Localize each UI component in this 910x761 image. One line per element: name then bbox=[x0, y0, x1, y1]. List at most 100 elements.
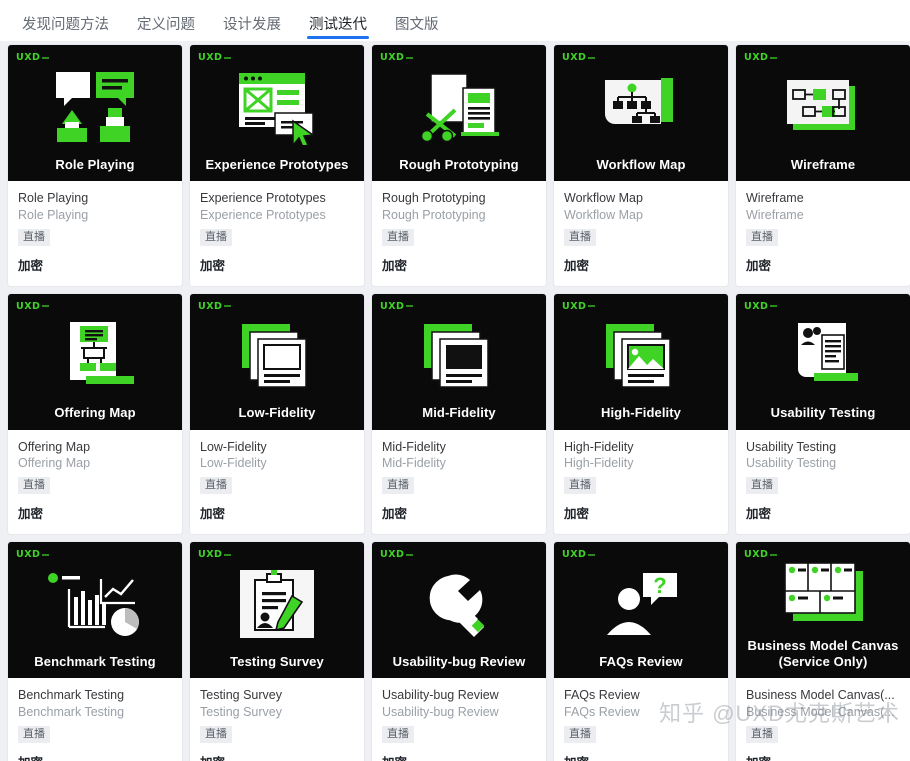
card-cover: UXD Benchmark Testing bbox=[8, 542, 182, 679]
live-badge: 直播 bbox=[18, 725, 50, 743]
card-cover: UXD Mid-Fidelity bbox=[372, 293, 546, 430]
course-card[interactable]: UXD High-Fidelity High-Fidelity High-Fidel… bbox=[554, 293, 728, 535]
logo-dash-icon bbox=[406, 56, 414, 59]
cover-title: Mid-Fidelity bbox=[422, 405, 496, 421]
uxd-logo-text: UXD bbox=[380, 52, 405, 63]
encrypted-label: 加密 bbox=[746, 752, 900, 761]
cover-title: Testing Survey bbox=[230, 653, 324, 669]
uxd-logo: UXD bbox=[380, 300, 414, 312]
card-title: FAQs Review bbox=[564, 688, 640, 703]
card-subtitle: Offering Map bbox=[18, 456, 91, 471]
tab-0[interactable]: 发现问题方法 bbox=[8, 17, 123, 42]
card-cover: UXD Role Playing bbox=[8, 45, 182, 181]
uxd-logo-text: UXD bbox=[380, 549, 405, 561]
card-cover: UXD Business Model Canvas (Service Only) bbox=[736, 542, 910, 679]
card-subtitle: Benchmark Testing bbox=[18, 705, 125, 720]
cover-title: Usability Testing bbox=[770, 405, 876, 421]
card-cover: UXD Experience Prototypes bbox=[190, 45, 364, 181]
card-cover: UXD Low-Fidelity bbox=[190, 293, 364, 430]
card-body: Wireframe Wireframe 直播 加密 bbox=[736, 181, 910, 286]
card-title: Experience Prototypes bbox=[200, 191, 326, 205]
uxd-logo-text: UXD bbox=[744, 52, 769, 63]
course-card[interactable]: UXD Testing Survey Testing Survey Testing … bbox=[190, 542, 364, 761]
uxd-logo: UXD bbox=[198, 549, 232, 560]
card-cover: UXD Rough Prototyping bbox=[372, 45, 546, 181]
cover-title: Benchmark Testing bbox=[34, 653, 156, 669]
card-subtitle: Low-Fidelity bbox=[200, 456, 267, 471]
encrypted-label: 加密 bbox=[18, 507, 44, 522]
logo-dash-icon bbox=[42, 553, 50, 556]
logo-dash-icon bbox=[406, 305, 414, 308]
card-cover: UXD High-Fidelity bbox=[554, 293, 728, 430]
course-card[interactable]: UXD Offering Map Offering Map Offering Map… bbox=[8, 293, 182, 535]
cover-title: Rough Prototyping bbox=[399, 156, 519, 172]
card-cover: UXD Workflow Map bbox=[554, 45, 728, 181]
uxd-logo-text: UXD bbox=[16, 549, 41, 561]
cover-title: High-Fidelity bbox=[600, 405, 682, 421]
course-card[interactable]: UXD Rough Prototyping Rough Prototyping Ro… bbox=[372, 45, 546, 286]
live-badge: 直播 bbox=[746, 228, 778, 246]
card-subtitle: Usability Testing bbox=[746, 456, 837, 471]
course-card[interactable]: UXD Role Playing Role Playing Role Playing… bbox=[8, 45, 182, 286]
uxd-logo-text: UXD bbox=[562, 300, 587, 312]
course-card[interactable]: UXD Benchmark Testing Benchmark Testing Be… bbox=[8, 542, 182, 761]
course-card[interactable]: UXD ? FAQs Review FAQs Review FAQs Review 直… bbox=[554, 542, 728, 761]
card-body: FAQs Review FAQs Review 直播加密 bbox=[554, 678, 728, 761]
card-subtitle: Wireframe bbox=[746, 207, 804, 222]
logo-dash-icon bbox=[770, 56, 778, 59]
card-title: Wireframe bbox=[746, 191, 804, 205]
uxd-logo: UXD bbox=[562, 300, 596, 312]
course-card[interactable]: UXD Business Model Canvas (Service Only)… bbox=[736, 542, 910, 761]
live-badge: 直播 bbox=[382, 477, 414, 495]
card-subtitle: FAQs Review bbox=[564, 705, 640, 720]
course-card[interactable]: UXD Wireframe Wireframe Wireframe 直播 加密 bbox=[736, 45, 910, 286]
card-title: Role Playing bbox=[18, 191, 89, 205]
encrypted-label: 加密 bbox=[564, 752, 718, 761]
uxd-logo-text: UXD bbox=[744, 549, 769, 561]
uxd-logo-text: UXD bbox=[562, 549, 587, 561]
card-body: Usability Testing Usability Testing 直播 加密 bbox=[736, 430, 910, 535]
live-badge: 直播 bbox=[382, 725, 414, 743]
tab-3[interactable]: 测试迭代 bbox=[295, 17, 381, 42]
course-card[interactable]: UXD Experience Prototypes Experience Prot… bbox=[190, 45, 364, 286]
course-card[interactable]: UXD Usability Testing Usability Testing Us… bbox=[736, 293, 910, 535]
logo-dash-icon bbox=[770, 553, 778, 556]
course-card[interactable]: UXD Usability-bug Review Usability-bug Re… bbox=[372, 542, 546, 761]
encrypted-label: 加密 bbox=[200, 258, 226, 273]
live-badge: 直播 bbox=[200, 228, 232, 246]
cover-title: Usability-bug Review bbox=[392, 653, 526, 669]
uxd-logo-text: UXD bbox=[16, 300, 41, 312]
card-title: Workflow Map bbox=[564, 191, 643, 205]
card-grid: UXD Role Playing Role Playing Role Playing… bbox=[0, 41, 910, 761]
course-card[interactable]: UXD Mid-Fidelity Mid-Fidelity Mid-Fidelity… bbox=[372, 293, 546, 535]
card-title: High-Fidelity bbox=[564, 439, 634, 454]
encrypted-label: 加密 bbox=[18, 752, 172, 761]
course-card[interactable]: UXD Workflow Map Workflow Map Workflow Map… bbox=[554, 45, 728, 286]
uxd-logo-text: UXD bbox=[744, 300, 769, 312]
course-card[interactable]: UXD Low-Fidelity Low-Fidelity Low-Fidelity… bbox=[190, 293, 364, 535]
card-subtitle: Usability-bug Review bbox=[382, 705, 499, 720]
encrypted-label: 加密 bbox=[200, 507, 226, 522]
uxd-logo-text: UXD bbox=[380, 300, 405, 312]
cover-title: Business Model Canvas (Service Only) bbox=[747, 637, 899, 669]
live-badge: 直播 bbox=[564, 477, 596, 495]
card-body: Benchmark Testing Benchmark Testing 直播加密 bbox=[8, 678, 182, 761]
logo-dash-icon bbox=[588, 305, 596, 308]
uxd-logo: UXD bbox=[16, 52, 50, 63]
live-badge: 直播 bbox=[382, 228, 414, 246]
live-badge: 直播 bbox=[200, 477, 232, 495]
encrypted-label: 加密 bbox=[564, 258, 590, 273]
logo-dash-icon bbox=[588, 553, 596, 556]
encrypted-label: 加密 bbox=[746, 507, 772, 522]
tab-4[interactable]: 图文版 bbox=[381, 17, 453, 42]
logo-dash-icon bbox=[42, 305, 50, 308]
card-body: Usability-bug Review Usability-bug Review… bbox=[372, 678, 546, 761]
card-body: Role Playing Role Playing 直播 加密 bbox=[8, 181, 182, 286]
card-subtitle: Role Playing bbox=[18, 207, 89, 222]
tab-1[interactable]: 定义问题 bbox=[123, 17, 209, 42]
card-title: Mid-Fidelity bbox=[382, 439, 446, 454]
uxd-logo: UXD bbox=[380, 549, 414, 561]
encrypted-label: 加密 bbox=[564, 507, 590, 522]
uxd-logo: UXD bbox=[562, 549, 596, 561]
tab-2[interactable]: 设计发展 bbox=[209, 17, 295, 42]
